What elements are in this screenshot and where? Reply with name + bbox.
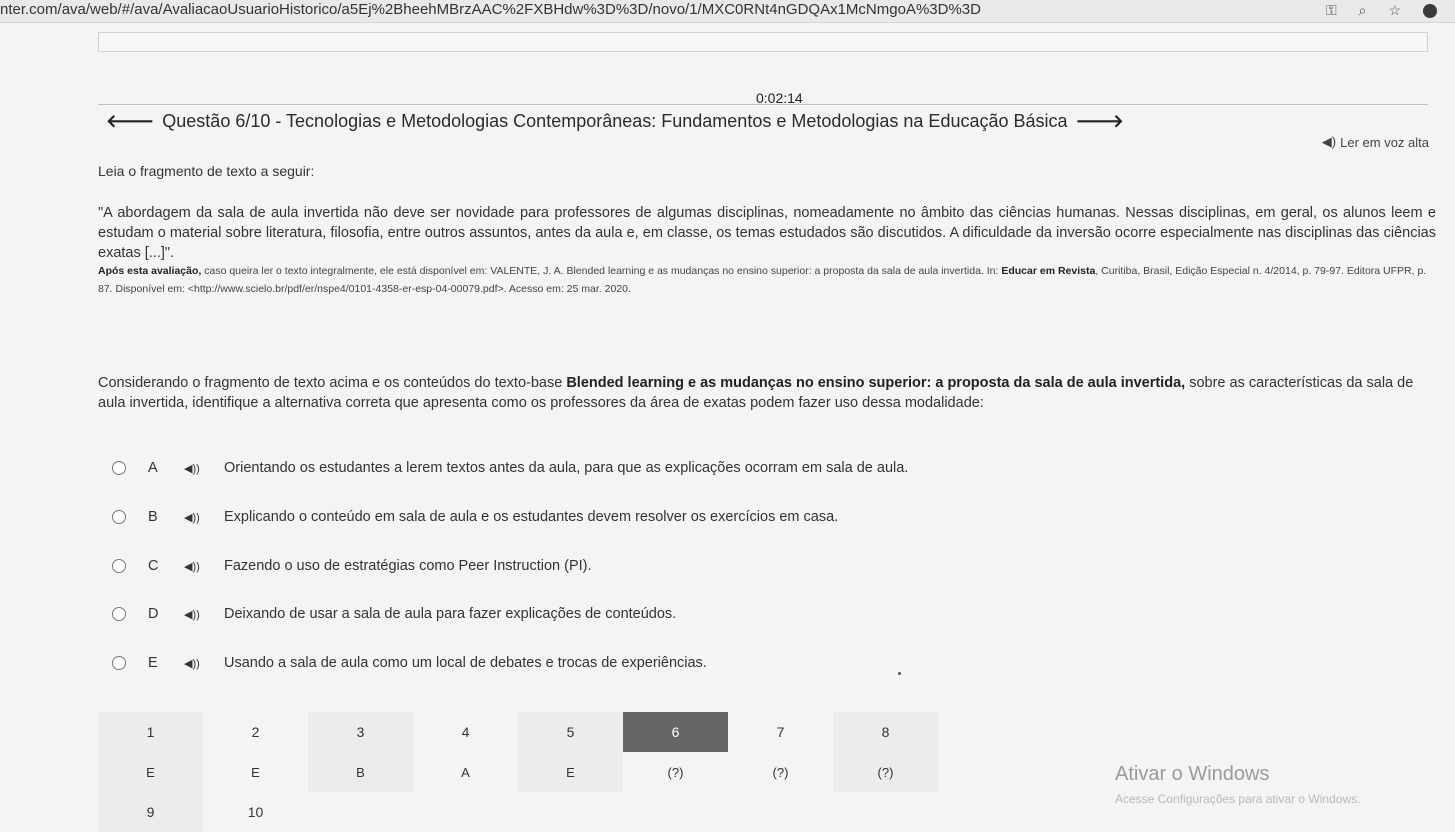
- top-banner-box: [98, 32, 1428, 52]
- reference-body: caso queira ler o texto integralmente, e…: [201, 265, 1002, 277]
- radio-d[interactable]: [112, 607, 126, 621]
- key-icon[interactable]: ⚿: [1326, 2, 1337, 19]
- option-text: Explicando o conteúdo em sala de aula e …: [224, 509, 839, 525]
- nav-answer-5[interactable]: E: [518, 752, 623, 792]
- question-header: 🡐 Questão 6/10 - Tecnologias e Metodolog…: [106, 111, 1124, 132]
- option-e[interactable]: E ◀)) Usando a sala de aula como um loca…: [112, 652, 707, 674]
- nav-question-8[interactable]: 8: [833, 712, 938, 752]
- reference-text: Após esta avaliação, caso queira ler o t…: [98, 262, 1438, 298]
- zoom-icon[interactable]: ⌕: [1359, 2, 1367, 19]
- reference-bold: Após esta avaliação,: [98, 265, 202, 277]
- question-title: Questão 6/10 - Tecnologias e Metodologia…: [162, 111, 1068, 131]
- option-text: Usando a sala de aula como um local de d…: [224, 655, 707, 671]
- radio-e[interactable]: [112, 656, 126, 670]
- radio-b[interactable]: [112, 510, 126, 524]
- previous-question-arrow-icon[interactable]: 🡐: [106, 111, 154, 132]
- nav-answer-3[interactable]: B: [308, 752, 413, 792]
- speaker-icon[interactable]: ◀)): [184, 511, 206, 524]
- question-navigation: 1 2 3 4 5 6 7 8 E E B A E (?) (?) (?) 9 …: [98, 712, 940, 832]
- nav-numbers-row: 1 2 3 4 5 6 7 8: [98, 712, 940, 752]
- nav-question-7[interactable]: 7: [728, 712, 833, 752]
- nav-question-10[interactable]: 10: [203, 792, 308, 832]
- option-text: Orientando os estudantes a lerem textos …: [224, 460, 909, 476]
- option-c[interactable]: C ◀)) Fazendo o uso de estratégias como …: [112, 555, 592, 577]
- option-a[interactable]: A ◀)) Orientando os estudantes a lerem t…: [112, 457, 908, 479]
- speaker-icon: ◀): [1321, 134, 1337, 149]
- option-letter: B: [148, 509, 158, 525]
- question-statement: Considerando o fragmento de texto acima …: [98, 373, 1438, 413]
- speaker-icon[interactable]: ◀)): [184, 462, 206, 475]
- option-letter: E: [148, 655, 158, 671]
- option-letter: A: [148, 460, 158, 476]
- option-letter: C: [148, 558, 159, 574]
- browser-icons: ⚿ ⌕ ☆: [1326, 2, 1437, 19]
- nav-numbers-row-2: 9 10: [98, 792, 940, 832]
- question-pre: Considerando o fragmento de texto acima …: [98, 375, 567, 391]
- url-text[interactable]: nter.com/ava/web/#/ava/AvaliacaoUsuarioH…: [0, 1, 981, 18]
- nav-answers-row: E E B A E (?) (?) (?): [98, 752, 940, 792]
- nav-answer-6[interactable]: (?): [623, 752, 728, 792]
- divider: [98, 104, 1428, 105]
- windows-activation-title: Ativar o Windows: [1115, 763, 1270, 785]
- nav-answer-1[interactable]: E: [98, 752, 203, 792]
- reference-journal: Educar em Revista: [1001, 265, 1096, 277]
- speaker-icon[interactable]: ◀)): [184, 608, 206, 621]
- quote-text: "A abordagem da sala de aula invertida n…: [98, 205, 1436, 261]
- nav-question-2[interactable]: 2: [203, 712, 308, 752]
- profile-avatar[interactable]: [1423, 4, 1437, 18]
- question-bold: Blended learning e as mudanças no ensino…: [566, 375, 1186, 391]
- nav-answer-8[interactable]: (?): [833, 752, 938, 792]
- read-aloud-button[interactable]: ◀) Ler em voz alta: [1322, 134, 1429, 150]
- browser-address-bar[interactable]: nter.com/ava/web/#/ava/AvaliacaoUsuarioH…: [0, 0, 1455, 23]
- option-text: Deixando de usar a sala de aula para faz…: [224, 606, 677, 622]
- bookmark-star-icon[interactable]: ☆: [1388, 2, 1401, 19]
- nav-answer-2[interactable]: E: [203, 752, 308, 792]
- nav-question-3[interactable]: 3: [308, 712, 413, 752]
- intro-text: Leia o fragmento de texto a seguir:: [98, 163, 315, 179]
- option-d[interactable]: D ◀)) Deixando de usar a sala de aula pa…: [112, 603, 676, 625]
- option-letter: D: [148, 606, 159, 622]
- nav-question-4[interactable]: 4: [413, 712, 518, 752]
- nav-question-6[interactable]: 6: [623, 712, 728, 752]
- radio-c[interactable]: [112, 559, 126, 573]
- nav-answer-7[interactable]: (?): [728, 752, 833, 792]
- nav-question-1[interactable]: 1: [98, 712, 203, 752]
- stray-dot: [898, 672, 901, 675]
- option-text: Fazendo o uso de estratégias como Peer I…: [224, 558, 592, 574]
- radio-a[interactable]: [112, 461, 126, 475]
- next-question-arrow-icon[interactable]: 🡒: [1076, 111, 1124, 132]
- nav-question-5[interactable]: 5: [518, 712, 623, 752]
- nav-question-9[interactable]: 9: [98, 792, 203, 832]
- windows-activation-subtitle: Acesse Configurações para ativar o Windo…: [1115, 792, 1361, 806]
- read-aloud-label: Ler em voz alta: [1340, 134, 1429, 150]
- nav-answer-4[interactable]: A: [413, 752, 518, 792]
- speaker-icon[interactable]: ◀)): [184, 657, 206, 670]
- speaker-icon[interactable]: ◀)): [184, 560, 206, 573]
- option-b[interactable]: B ◀)) Explicando o conteúdo em sala de a…: [112, 506, 838, 528]
